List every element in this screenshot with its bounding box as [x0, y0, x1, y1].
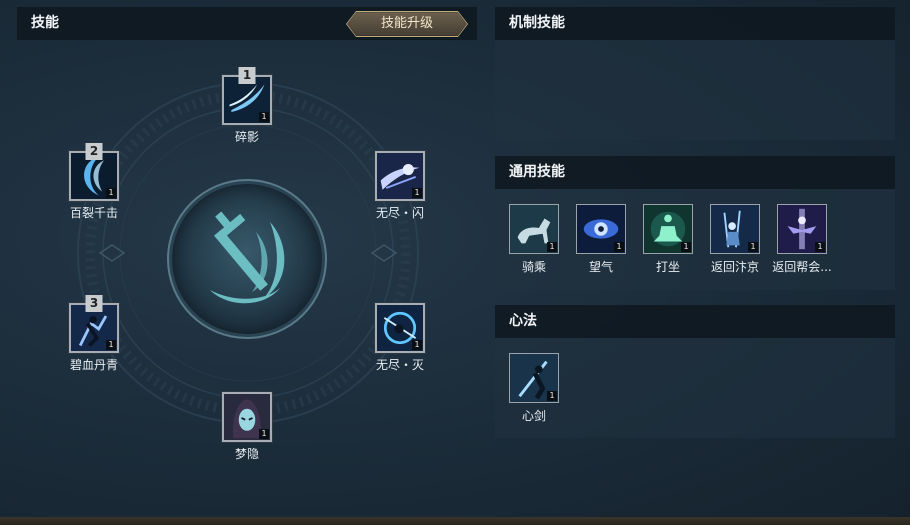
sword-crescent-emblem-icon: [210, 211, 285, 304]
skill-level: 1: [681, 242, 691, 252]
skills-panel-title: 技能: [31, 15, 59, 31]
skill-name: 无尽・闪: [375, 206, 424, 220]
skill-name: 望气: [588, 260, 613, 274]
vortex-strike-icon[interactable]: 1: [375, 303, 425, 353]
skill-name: 返回帮会...: [772, 260, 832, 274]
return-guild-icon[interactable]: 1: [777, 204, 827, 254]
skill-level: 1: [614, 242, 624, 252]
skill-level: 1: [106, 340, 116, 350]
slot-number: 2: [85, 143, 103, 160]
skill-name: 碧血丹青: [69, 358, 118, 372]
skill-name: 打坐: [655, 260, 680, 274]
skill-level: 1: [259, 429, 269, 439]
skill-name: 百裂千击: [69, 206, 118, 220]
hooded-face-icon[interactable]: 1: [222, 392, 272, 442]
common-skill-return-bianjing[interactable]: 1 返回汴京: [705, 204, 765, 275]
skill-level: 1: [412, 188, 422, 198]
mechanic-skills-header: 机制技能: [495, 7, 895, 40]
common-skill-return-guild[interactable]: 1 返回帮会...: [772, 204, 832, 275]
xinfa-title: 心法: [509, 313, 537, 329]
skill-upgrade-button[interactable]: 技能升级: [347, 12, 467, 36]
mechanic-skills-title: 机制技能: [509, 15, 565, 31]
skill-level: 1: [106, 188, 116, 198]
skill-level: 1: [547, 391, 557, 401]
return-city-icon[interactable]: 1: [710, 204, 760, 254]
skill-name: 骑乘: [521, 260, 546, 274]
skill-level: 1: [748, 242, 758, 252]
eye-icon[interactable]: 1: [576, 204, 626, 254]
skill-level: 1: [412, 340, 422, 350]
meditation-icon[interactable]: 1: [643, 204, 693, 254]
skill-slot-bailieqianji[interactable]: 2 1 百裂千击: [66, 143, 122, 221]
common-skill-ride[interactable]: 1 骑乘: [504, 204, 564, 275]
skill-level: 1: [259, 112, 269, 122]
bottom-border: [0, 517, 910, 525]
spectral-flash-icon[interactable]: 1: [375, 151, 425, 201]
skill-level: 1: [815, 242, 825, 252]
common-skill-wangqi[interactable]: 1 望气: [571, 204, 631, 275]
skill-name: 心剑: [521, 409, 546, 423]
skill-name: 返回汴京: [710, 260, 759, 274]
skill-slot-wujin-mie[interactable]: 1 无尽・灭: [372, 303, 428, 373]
xinfa-header: 心法: [495, 305, 895, 338]
common-skills-header: 通用技能: [495, 156, 895, 189]
skill-level: 1: [547, 242, 557, 252]
skill-name: 无尽・灭: [375, 358, 424, 372]
xinfa-skill-xinjian[interactable]: 1 心剑: [504, 353, 564, 424]
class-emblem: [172, 184, 322, 334]
skill-slot-suiying[interactable]: 1 1 碎影: [219, 67, 275, 145]
slot-number: 1: [238, 67, 256, 84]
skill-name: 碎影: [234, 130, 259, 144]
horse-icon[interactable]: 1: [509, 204, 559, 254]
common-skills-title: 通用技能: [509, 164, 565, 180]
skill-name: 梦隐: [234, 447, 259, 461]
skill-slot-mengyin[interactable]: 1 梦隐: [219, 392, 275, 462]
common-skill-meditate[interactable]: 1 打坐: [638, 204, 698, 275]
slot-number: 3: [85, 295, 103, 312]
mechanic-skills-body: [495, 40, 895, 140]
skill-slot-wujin-shan[interactable]: 1 无尽・闪: [372, 151, 428, 221]
skill-slot-bixuedanqing[interactable]: 3 1 碧血丹青: [66, 295, 122, 373]
heart-sword-icon[interactable]: 1: [509, 353, 559, 403]
